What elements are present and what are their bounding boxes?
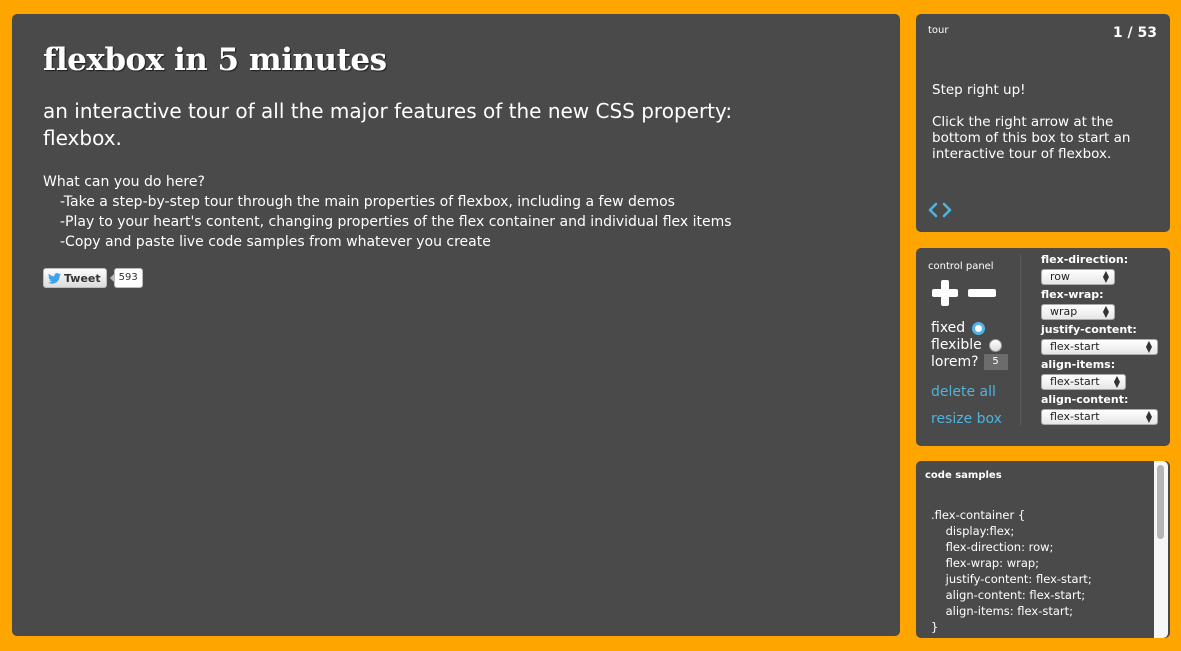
code-scroll-thumb[interactable] [1157, 465, 1164, 539]
page-title: flexbox in 5 minutes [43, 42, 387, 78]
intro-item: -Copy and paste live code samples from w… [60, 234, 491, 250]
align-content-label: align-content: [1041, 393, 1129, 406]
lorem-option: lorem? 5 [931, 354, 1008, 370]
control-panel: control panel fixed flexible lorem? 5 de… [916, 248, 1170, 446]
control-divider [1020, 254, 1021, 426]
tour-step-body: Click the right arrow at the bottom of t… [932, 114, 1131, 162]
flex-direction-select[interactable]: row ▲ ▼ [1041, 269, 1115, 285]
align-items-label: align-items: [1041, 358, 1116, 371]
tour-step-title: Step right up! [932, 82, 1026, 98]
chevron-right-icon[interactable] [941, 200, 953, 220]
select-caret-icon: ▲ ▼ [1102, 304, 1109, 319]
justify-content-label: justify-content: [1041, 323, 1137, 336]
intro-item: -Take a step-by-step tour through the ma… [60, 194, 675, 210]
align-items-select[interactable]: flex-start ▲ ▼ [1041, 374, 1126, 390]
select-caret-icon: ▲ ▼ [1113, 374, 1120, 389]
intro-text: What can you do here? -Take a step-by-st… [43, 172, 732, 252]
lorem-label: lorem? [931, 354, 979, 370]
select-caret-icon: ▲ ▼ [1145, 339, 1152, 354]
align-content-select[interactable]: flex-start ▲ ▼ [1041, 409, 1158, 425]
select-caret-icon: ▲ ▼ [1102, 269, 1109, 284]
chevron-left-icon[interactable] [927, 200, 939, 220]
add-item-button[interactable] [930, 278, 960, 308]
tour-step-content: Step right up! Click the right arrow at … [932, 82, 1152, 162]
code-samples-panel: code samples .flex-container { display:f… [916, 461, 1170, 638]
tour-step-counter: 1 / 53 [1112, 25, 1157, 41]
delete-all-link[interactable]: delete all [931, 384, 996, 400]
tour-panel: tour 1 / 53 Step right up! Click the rig… [916, 14, 1170, 232]
flex-wrap-select[interactable]: wrap ▲ ▼ [1041, 304, 1115, 320]
justify-content-value: flex-start [1050, 340, 1100, 353]
code-sample[interactable]: .flex-container { display:flex; flex-dir… [931, 507, 1092, 635]
flex-direction-value: row [1050, 270, 1071, 283]
tweet-count: 593 [109, 268, 143, 288]
flex-stage: flexbox in 5 minutes an interactive tour… [12, 14, 900, 636]
flex-wrap-label: flex-wrap: [1041, 288, 1104, 301]
fixed-option: fixed [931, 320, 986, 336]
plus-icon [932, 280, 958, 306]
flex-direction-label: flex-direction: [1041, 253, 1129, 266]
code-scrollbar[interactable] [1154, 461, 1168, 638]
minus-icon [968, 289, 996, 297]
align-items-value: flex-start [1050, 375, 1100, 388]
control-panel-label: control panel [928, 261, 994, 272]
flexible-option: flexible [931, 337, 1002, 353]
page-subtitle: an interactive tour of all the major fea… [43, 99, 733, 150]
tour-nav [927, 200, 953, 220]
intro-heading: What can you do here? [43, 174, 205, 190]
tweet-button[interactable]: Tweet [43, 268, 107, 288]
tweet-label: Tweet [64, 271, 101, 285]
fixed-radio[interactable] [972, 321, 986, 335]
intro-item: -Play to your heart's content, changing … [60, 214, 732, 230]
fixed-label: fixed [931, 320, 966, 336]
tweet-widget: Tweet 593 [43, 268, 143, 288]
tour-label: tour [928, 25, 949, 36]
remove-item-button[interactable] [967, 278, 997, 308]
select-caret-icon: ▲ ▼ [1145, 409, 1152, 424]
code-samples-label: code samples [925, 470, 1002, 481]
flexible-radio[interactable] [988, 338, 1002, 352]
flexible-label: flexible [931, 337, 982, 353]
lorem-count-input[interactable]: 5 [983, 354, 1008, 370]
intro-list: -Take a step-by-step tour through the ma… [43, 192, 732, 252]
resize-box-link[interactable]: resize box [931, 411, 1002, 427]
flex-wrap-value: wrap [1050, 305, 1078, 318]
align-content-value: flex-start [1050, 410, 1100, 423]
twitter-bird-icon [48, 272, 61, 284]
justify-content-select[interactable]: flex-start ▲ ▼ [1041, 339, 1158, 355]
